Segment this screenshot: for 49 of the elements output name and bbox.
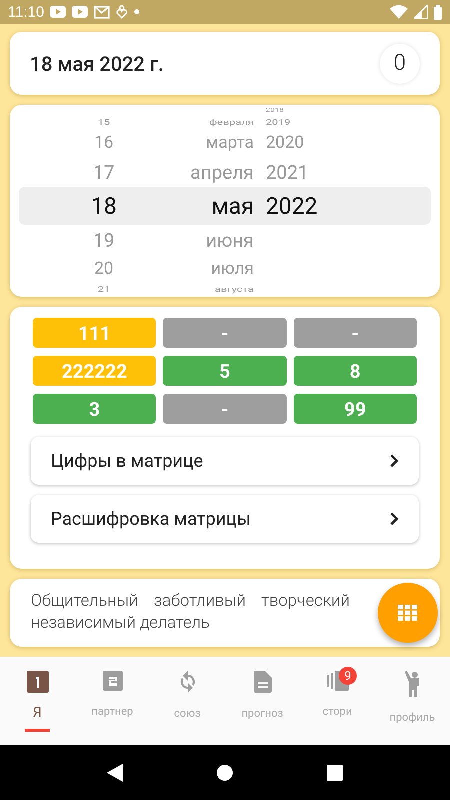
square-one-icon (26, 671, 48, 693)
picker-item[interactable]: апреля (190, 156, 254, 188)
matrix-cell: - (294, 318, 417, 348)
counter-button[interactable]: 0 (380, 44, 420, 84)
mail-icon (94, 6, 110, 18)
signal-icon (414, 5, 428, 19)
nav-tab[interactable]: союз (150, 657, 225, 747)
square-two-icon (102, 671, 122, 691)
chevron-icon (390, 512, 399, 526)
recents-icon[interactable] (327, 764, 344, 780)
picker-item[interactable]: июня (206, 224, 254, 256)
dot-icon (134, 9, 140, 15)
matrix-cell: 222222 (33, 356, 156, 386)
home-icon[interactable] (216, 764, 234, 782)
video-icon (72, 6, 88, 18)
grid-icon (398, 605, 418, 621)
battery-icon (434, 4, 442, 20)
picker-item[interactable]: 16 (94, 130, 114, 156)
wifi-icon (390, 5, 408, 19)
matrix-cell: 3 (33, 394, 156, 424)
matrix-cell: 8 (294, 356, 417, 386)
matrix-cell: 5 (163, 356, 287, 386)
status-time: 11:10 (8, 4, 44, 20)
matrix-cell: - (163, 318, 287, 348)
heart-icon (116, 5, 128, 19)
picker-item[interactable]: 20 (94, 256, 114, 282)
document-icon (254, 671, 272, 693)
picker-item[interactable]: 2020 (266, 130, 304, 156)
description-text: Общительный заботливый творческий независимый делатель (31, 591, 350, 635)
count-badge: 9 (339, 667, 357, 685)
picker-item[interactable]: марта (206, 130, 254, 156)
picker-item[interactable]: 19 (93, 224, 115, 256)
matrix-cell: 99 (294, 394, 417, 424)
picker-item[interactable]: 18 (91, 188, 117, 224)
picker-item[interactable]: 2021 (266, 156, 309, 188)
picker-item[interactable]: 17 (93, 156, 115, 188)
menu-link[interactable]: Цифры в матрице (31, 437, 419, 485)
nav-tab[interactable]: прогноз (225, 657, 300, 747)
picker-item[interactable]: 2022 (266, 188, 318, 224)
picker-item[interactable]: мая (212, 188, 254, 224)
date-text: 18 мая 2022 г. (30, 52, 164, 76)
matrix-cell: 111 (33, 318, 156, 348)
nav-tab[interactable]: профиль (375, 657, 450, 747)
matrix-cell: - (163, 394, 287, 424)
chevron-icon (390, 454, 399, 468)
picker-item[interactable]: июля (211, 256, 254, 282)
menu-link[interactable]: Расшифровка матрицы (31, 495, 419, 543)
back-icon[interactable] (106, 764, 123, 782)
video-icon (50, 6, 66, 18)
